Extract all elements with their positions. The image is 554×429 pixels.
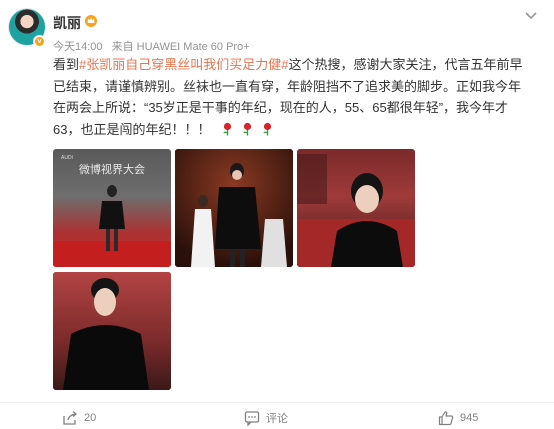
post-meta: 今天14:00 来自 HUAWEI Mate 60 Pro+ [53,38,250,54]
action-bar-divider [0,402,554,403]
rose-icon [223,122,232,135]
post-photo-2[interactable] [175,149,293,267]
hashtag-link[interactable]: #张凯丽自己穿黑丝叫我们买足力健# [79,57,288,72]
comment-button[interactable]: 评论 [244,410,288,426]
comment-label: 评论 [266,413,288,425]
post-text-part1: 看到 [53,57,80,72]
post-source: 来自 HUAWEI Mate 60 Pro+ [111,41,250,53]
share-icon [63,411,78,425]
action-bar: 20 评论 945 [0,410,554,429]
username[interactable]: 凯丽 [53,13,81,33]
post-photo-4[interactable] [53,272,171,390]
photo-brand-text: AUDI [61,155,73,161]
rose-icon [263,122,272,135]
share-count: 20 [84,412,97,424]
share-button[interactable]: 20 [62,410,96,426]
photo-title-text: 微博视界大会 [79,162,145,176]
post-photo-3[interactable] [297,149,415,267]
rose-icon [243,122,252,135]
like-count: 945 [460,412,479,424]
comment-icon [244,411,260,426]
post-time[interactable]: 今天14:00 [53,41,103,53]
like-button[interactable]: 945 [438,410,478,426]
crown-icon [85,15,97,27]
post-photo-1[interactable]: AUDI 微博视界大会 [53,149,171,267]
chevron-down-icon[interactable] [524,10,538,20]
like-icon [438,411,454,426]
post-text: 看到#张凯丽自己穿黑丝叫我们买足力健#这个热搜，感谢大家关注，代言五年前早已结束… [53,54,533,140]
verified-badge-icon: v [33,35,46,48]
